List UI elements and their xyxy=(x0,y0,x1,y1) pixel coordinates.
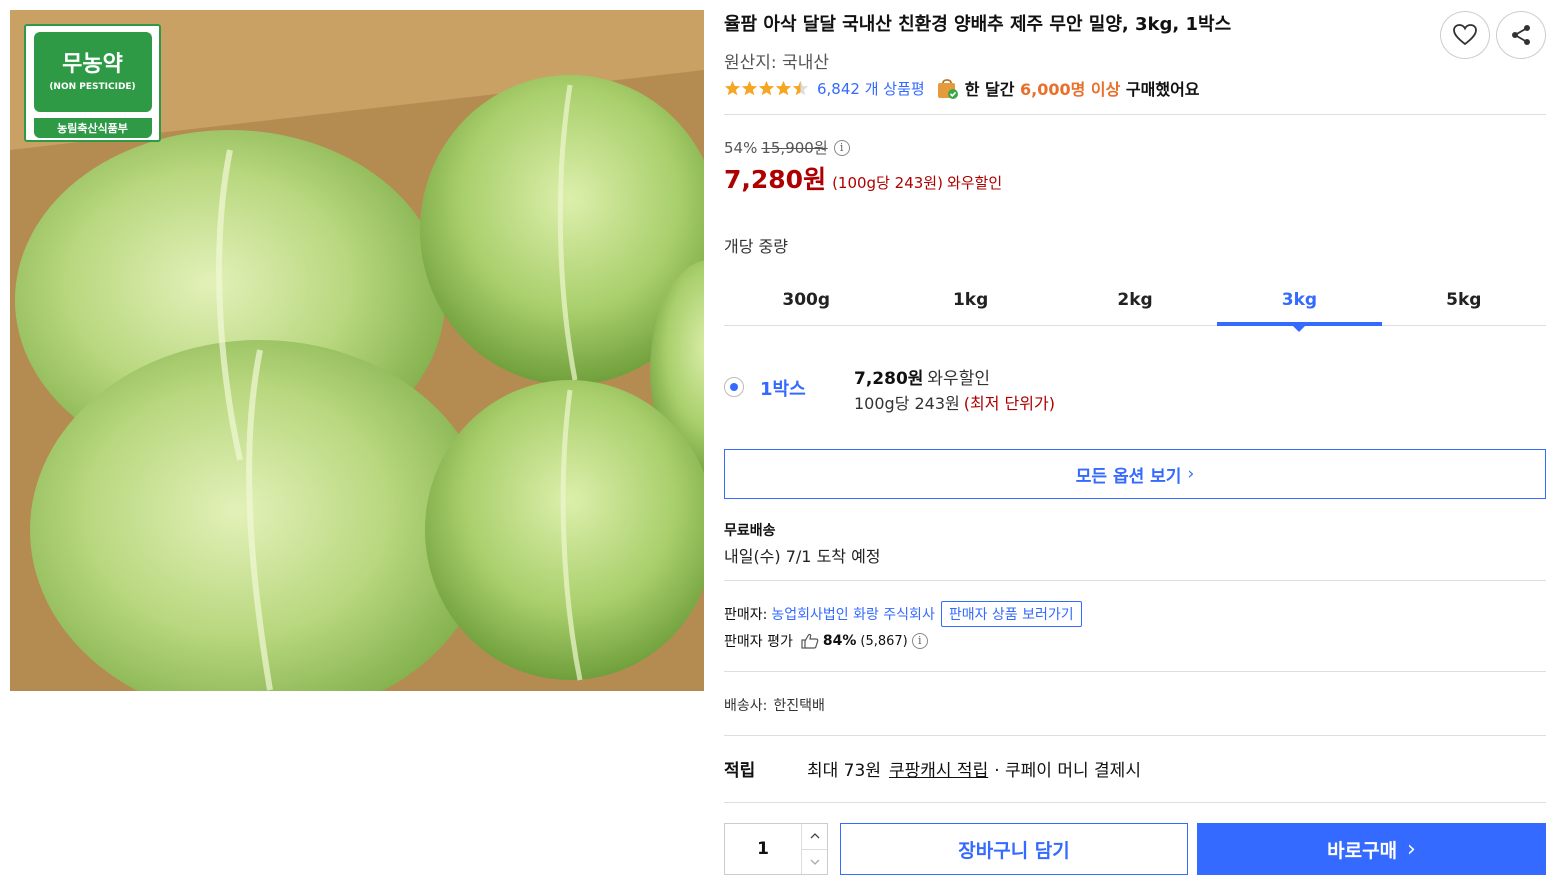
buy-now-label: 바로구매 xyxy=(1327,839,1398,862)
seller-rating-count: (5,867) xyxy=(860,633,908,649)
option-wow-label: 와우할인 xyxy=(927,369,990,389)
unit-price: (100g당 243원) xyxy=(832,174,943,192)
quantity-decrease-button[interactable] xyxy=(802,850,827,875)
star-icon xyxy=(741,80,758,95)
option-name: 1박스 xyxy=(760,379,806,400)
buyers-count: 6,000명 이상 xyxy=(1020,80,1121,99)
carrier-row: 배송사: 한진택배 xyxy=(724,695,825,715)
star-icon xyxy=(724,80,741,95)
product-image[interactable]: 무농약 (NON PESTICIDE) 농림축산식품부 xyxy=(10,10,704,691)
tab-3kg[interactable]: 3kg xyxy=(1217,280,1382,332)
share-icon xyxy=(1512,25,1530,45)
tab-300g[interactable]: 300g xyxy=(724,280,888,325)
info-icon[interactable]: i xyxy=(833,139,850,156)
shopping-bag-icon xyxy=(937,79,958,99)
divider xyxy=(724,735,1546,736)
weight-tabs: 300g 1kg 2kg 3kg 5kg xyxy=(724,280,1546,332)
buyers-suffix: 구매했어요 xyxy=(1125,80,1200,99)
chevron-up-icon xyxy=(810,833,819,839)
tab-2kg[interactable]: 2kg xyxy=(1053,280,1217,325)
half-star-icon xyxy=(792,80,809,95)
star-icon xyxy=(775,80,792,95)
chevron-right-icon: › xyxy=(1407,836,1416,862)
star-rating[interactable] xyxy=(724,80,809,97)
product-title: 율팜 아삭 달달 국내산 친환경 양배추 제주 무안 밀양, 3kg, 1박스 xyxy=(724,14,1232,35)
view-seller-products-button[interactable]: 판매자 상품 보러가기 xyxy=(940,601,1082,627)
option-unit-price: 100g당 243원 xyxy=(854,394,960,413)
selected-option[interactable]: 1박스 7,280원 와우할인 100g당 243원 (최저 단위가) xyxy=(724,362,1546,422)
divider xyxy=(724,671,1546,672)
buy-now-button[interactable]: 바로구매 › xyxy=(1197,823,1546,875)
origin-text: 원산지: 국내산 xyxy=(724,53,829,73)
wishlist-button[interactable] xyxy=(1440,11,1490,59)
add-to-cart-button[interactable]: 장바구니 담기 xyxy=(840,823,1188,875)
quantity-stepper xyxy=(724,823,828,875)
quantity-increase-button[interactable] xyxy=(802,824,827,850)
badge-organization: 농림축산식품부 xyxy=(33,118,152,138)
buyers-prefix: 한 달간 xyxy=(964,80,1015,99)
view-all-options-label: 모든 옵션 보기 xyxy=(1075,466,1182,487)
reward-row: 적립 최대 73원 쿠팡캐시 적립 · 쿠페이 머니 결제시 xyxy=(724,756,1141,781)
free-shipping-label: 무료배송 xyxy=(724,523,776,539)
divider xyxy=(724,114,1546,115)
seller-row: 판매자: 농업회사법인 화랑 주식회사 판매자 상품 보러가기 xyxy=(724,601,1082,627)
thumbs-up-icon xyxy=(801,633,819,649)
seller-rating-row: 판매자 평가 84% (5,867) i xyxy=(724,631,928,651)
divider xyxy=(724,802,1546,803)
original-price-row: 54% 15,900원 i xyxy=(724,137,850,158)
option-radio[interactable] xyxy=(724,377,744,397)
badge-main-text: 무농약 xyxy=(62,52,123,77)
badge-english-text: (NON PESTICIDE) xyxy=(49,82,136,92)
chevron-right-icon: › xyxy=(1187,464,1195,484)
seller-rating-label: 판매자 평가 xyxy=(724,634,793,650)
current-price-row: 7,280원 (100g당 243원) 와우할인 xyxy=(724,160,1002,196)
reward-label: 적립 xyxy=(724,761,756,781)
option-price-row: 7,280원 와우할인 xyxy=(854,364,990,389)
quantity-buttons xyxy=(801,824,827,874)
view-all-options-button[interactable]: 모든 옵션 보기 › xyxy=(724,449,1546,499)
lowest-unit-price-label: (최저 단위가) xyxy=(963,394,1055,413)
star-icon xyxy=(758,80,775,95)
current-price: 7,280원 xyxy=(724,165,827,194)
info-icon[interactable]: i xyxy=(911,633,928,649)
heart-icon xyxy=(1453,24,1477,46)
badge-body: 무농약 (NON PESTICIDE) xyxy=(33,32,152,112)
chevron-down-icon xyxy=(810,859,819,865)
tab-1kg[interactable]: 1kg xyxy=(888,280,1052,325)
rating-row: 6,842 개 상품평 한 달간 6,000명 이상 구매했어요 xyxy=(724,76,1200,100)
reward-condition: · 쿠페이 머니 결제시 xyxy=(994,761,1141,781)
wow-discount-label: 와우할인 xyxy=(946,174,1003,192)
option-price: 7,280원 xyxy=(854,369,924,389)
organic-certification-badge: 무농약 (NON PESTICIDE) 농림축산식품부 xyxy=(24,24,161,142)
seller-label: 판매자: xyxy=(724,607,768,623)
review-count-link[interactable]: 6,842 개 상품평 xyxy=(817,78,925,99)
quantity-input[interactable] xyxy=(725,824,801,874)
discount-rate: 54% xyxy=(724,138,758,157)
monthly-buyers-text: 한 달간 6,000명 이상 구매했어요 xyxy=(965,76,1200,100)
option-label: 개당 중량 xyxy=(724,237,788,256)
carrier-label: 배송사: xyxy=(724,698,768,714)
share-button[interactable] xyxy=(1496,11,1546,59)
option-unit-row: 100g당 243원 (최저 단위가) xyxy=(854,390,1055,414)
arrival-date: 내일(수) 7/1 도착 예정 xyxy=(724,547,881,566)
carrier-name: 한진택배 xyxy=(773,698,825,714)
tab-5kg[interactable]: 5kg xyxy=(1382,280,1546,325)
seller-name-link[interactable]: 농업회사법인 화랑 주식회사 xyxy=(771,604,934,624)
coupang-cash-link[interactable]: 쿠팡캐시 적립 xyxy=(889,756,988,781)
reward-amount: 최대 73원 xyxy=(807,761,881,781)
original-price: 15,900원 xyxy=(761,139,828,157)
divider xyxy=(724,580,1546,581)
seller-rating-percent: 84% xyxy=(822,633,857,649)
